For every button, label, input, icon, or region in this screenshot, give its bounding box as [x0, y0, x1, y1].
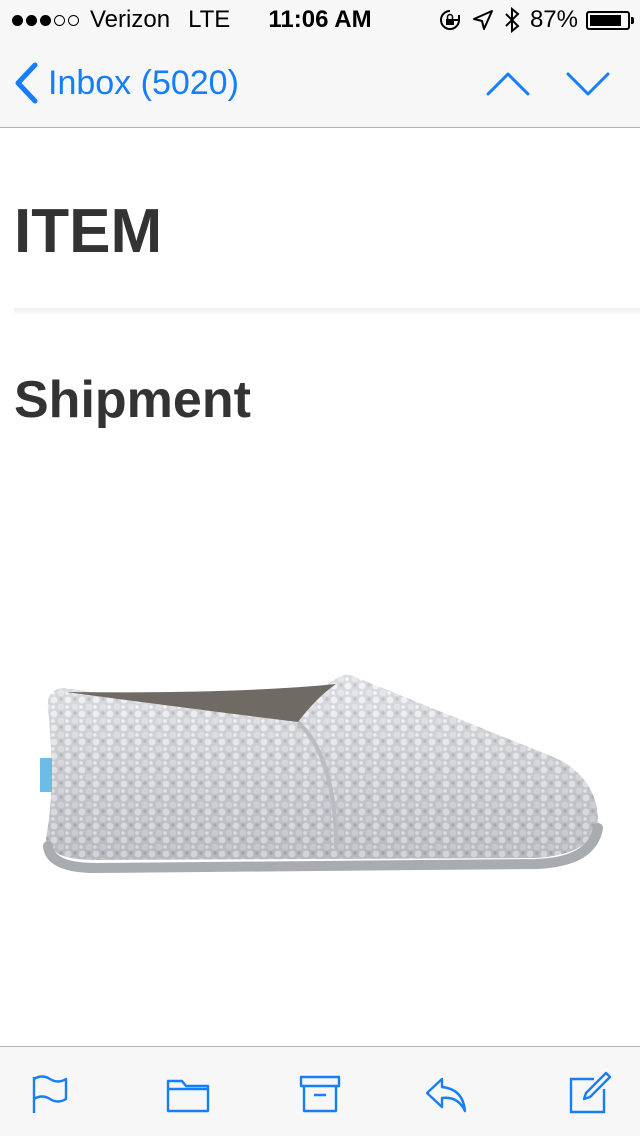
bluetooth-icon: [505, 7, 520, 33]
rotation-lock-icon: [439, 10, 460, 30]
divider: [14, 308, 640, 314]
battery-tip: [631, 16, 634, 24]
location-icon: [472, 10, 493, 30]
flag-icon[interactable]: [28, 1071, 72, 1115]
archive-icon[interactable]: [298, 1071, 342, 1115]
message-navigation: [452, 66, 612, 102]
email-heading: ITEM: [14, 197, 163, 266]
battery-icon: [586, 10, 634, 30]
battery-percent: 87%: [529, 6, 578, 33]
chevron-left-icon: [15, 62, 38, 104]
compose-icon[interactable]: [568, 1071, 612, 1115]
product-image: [40, 674, 603, 874]
back-button-label: Inbox (5020): [48, 63, 239, 102]
email-subheading: Shipment: [14, 371, 251, 429]
email-body: ITEM Shipment: [0, 128, 640, 1046]
back-to-inbox-button[interactable]: Inbox (5020): [14, 62, 239, 104]
status-bar: Verizon LTE 11:06 AM 87%: [0, 0, 640, 40]
folder-icon[interactable]: [166, 1071, 210, 1115]
status-right: 87%: [438, 6, 634, 34]
battery-fill: [590, 14, 622, 26]
bottom-toolbar: [0, 1046, 640, 1136]
navigation-bar: Inbox (5020): [0, 40, 640, 128]
chevron-up-icon[interactable]: [484, 66, 532, 102]
chevron-down-icon[interactable]: [564, 66, 612, 102]
reply-icon[interactable]: [424, 1071, 468, 1115]
